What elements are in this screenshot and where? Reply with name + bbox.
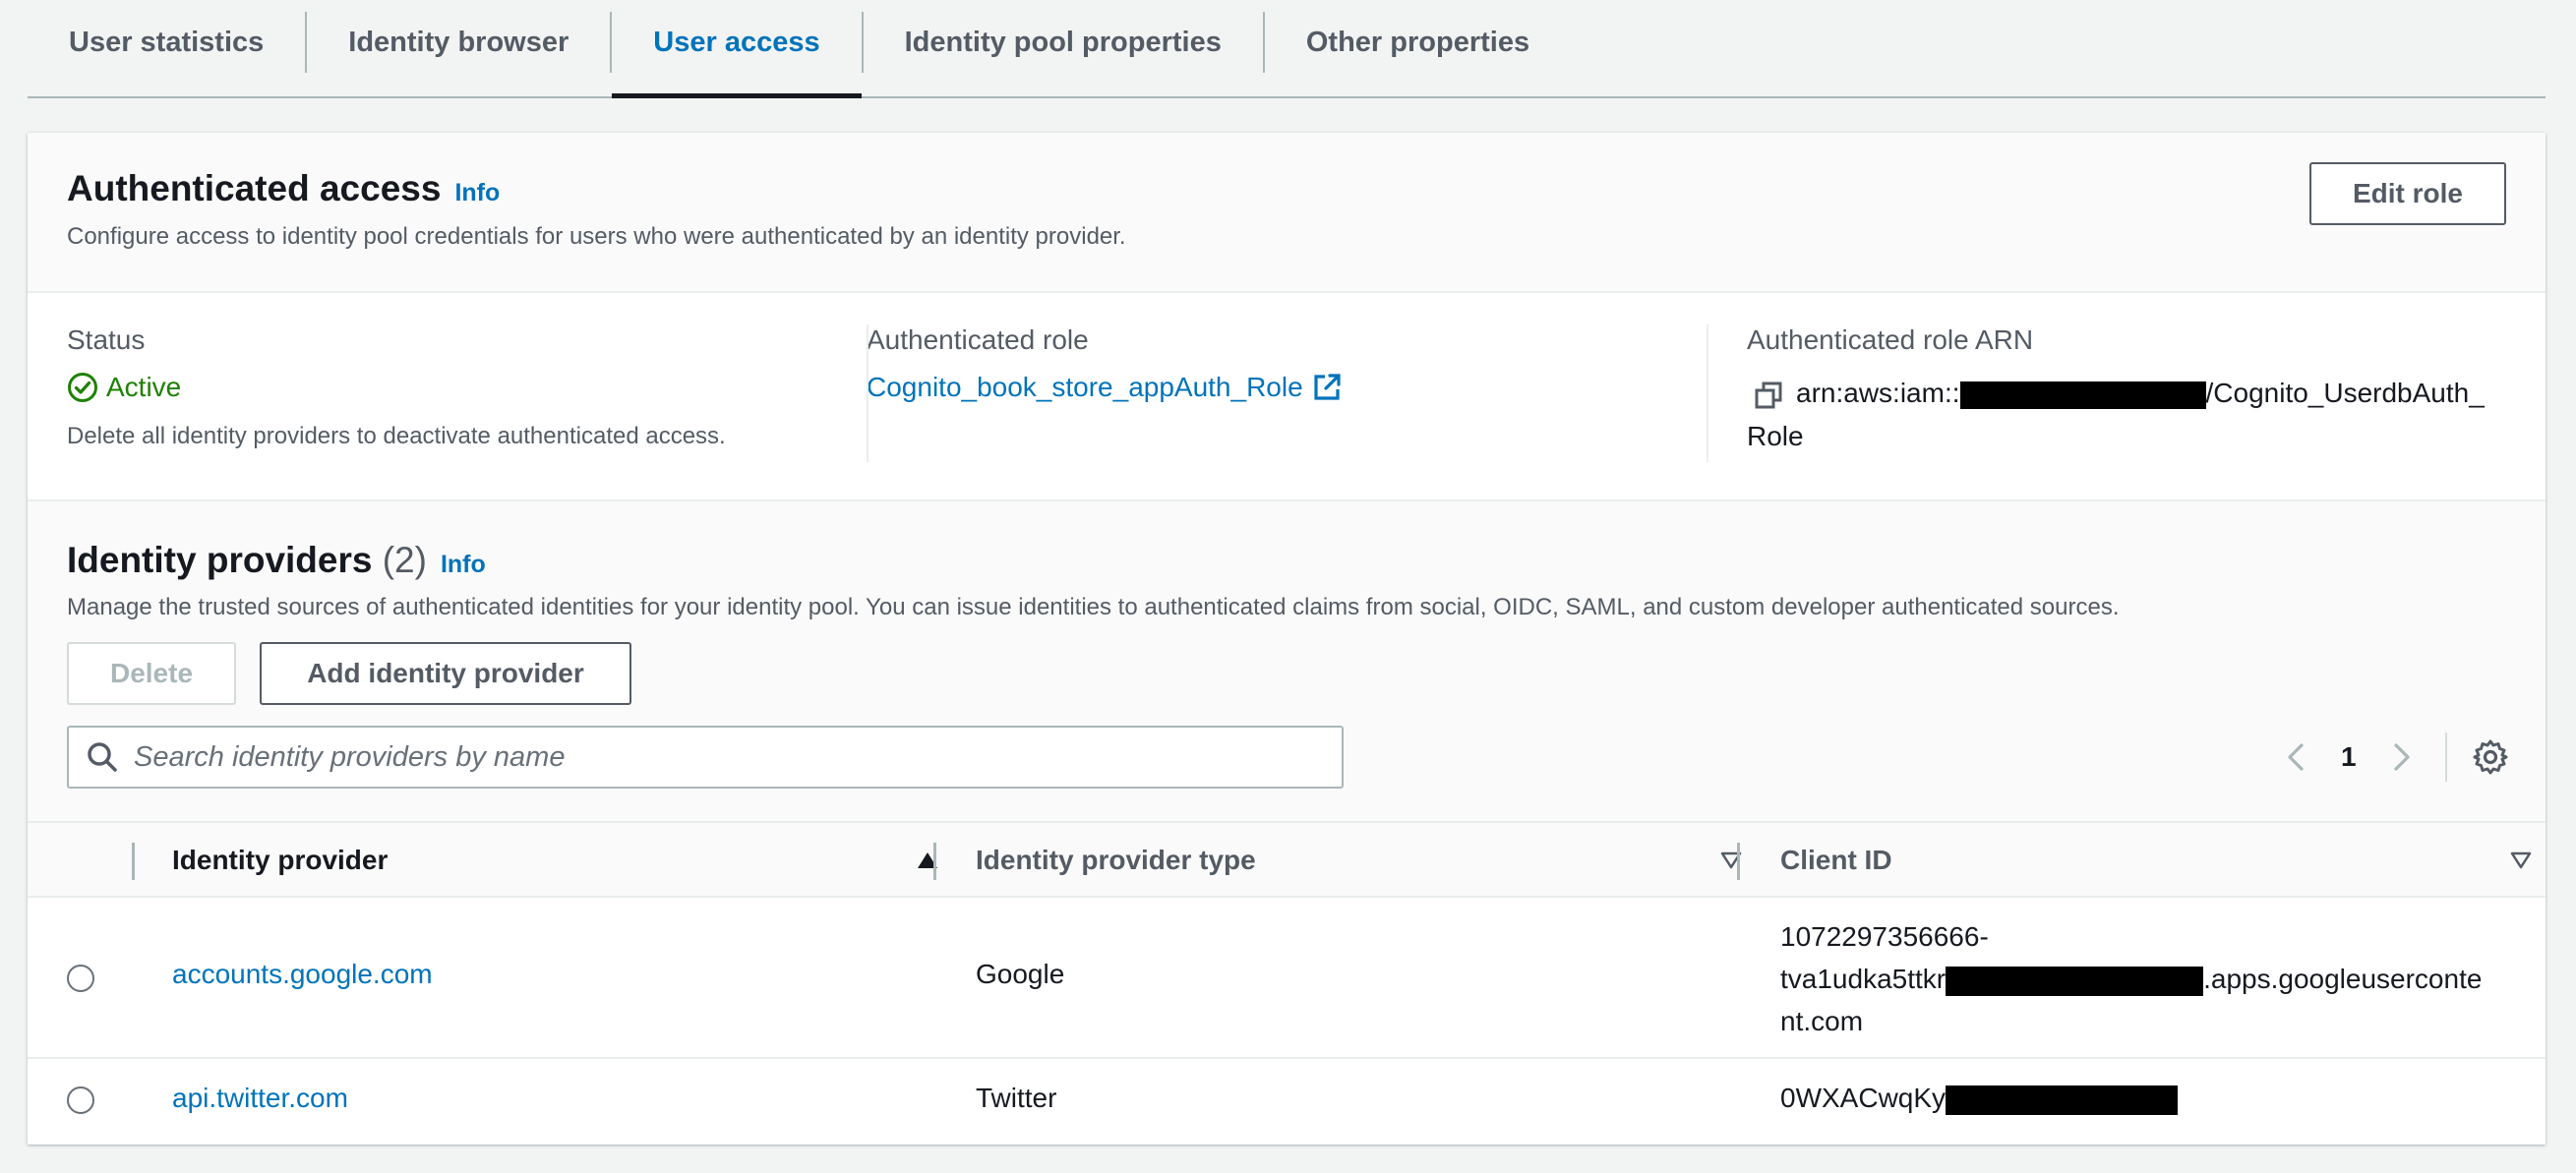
title-text: Authenticated access <box>67 168 442 208</box>
add-identity-provider-button[interactable]: Add identity provider <box>260 642 631 705</box>
tab-label: Identity browser <box>348 26 569 58</box>
provider-type: Google <box>976 959 1065 989</box>
copy-icon[interactable] <box>1753 380 1784 411</box>
info-link[interactable]: Info <box>441 551 486 578</box>
client-id-line1: 1072297356666- <box>1780 921 1989 952</box>
provider-link[interactable]: api.twitter.com <box>172 1083 348 1114</box>
column-header-label: Client ID <box>1780 845 1892 875</box>
table-row: api.twitter.com Twitter 0WXACwqKy <box>28 1061 2546 1144</box>
role-arn-value: arn:aws:iam::/Cognito_UserdbAuth_ Role <box>1747 372 2534 458</box>
role-label: Authenticated role <box>867 324 1089 355</box>
column-header-type[interactable]: Identity provider type <box>976 823 1753 898</box>
client-id: 0WXACwqKy <box>1780 1083 2179 1115</box>
search-input[interactable] <box>134 730 1314 785</box>
status-text: Active <box>106 372 182 402</box>
column-resizer[interactable] <box>1737 843 1740 880</box>
role-arn-column: Authenticated role ARN arn:aws:iam::/Cog… <box>1747 324 2534 458</box>
client-id-line3: nt.com <box>1780 1006 1864 1036</box>
row-select-radio[interactable] <box>67 1086 94 1114</box>
section-description: Configure access to identity pool creden… <box>67 223 1126 250</box>
role-link-text: Cognito_book_store_appAuth_Role <box>867 372 1303 402</box>
provider-link[interactable]: accounts.google.com <box>172 959 433 990</box>
authenticated-access-details: Status Active Delete all identity provid… <box>28 293 2546 501</box>
chevron-left-icon[interactable] <box>2280 739 2315 775</box>
section-title: Authenticated access Info <box>67 168 500 209</box>
delete-button[interactable]: Delete <box>67 642 236 705</box>
column-header-provider[interactable]: Identity provider <box>172 823 949 898</box>
external-link-icon <box>1314 374 1341 400</box>
tab-other-properties[interactable]: Other properties <box>1265 0 1571 85</box>
search-icon <box>88 742 117 772</box>
provider-type: Twitter <box>976 1083 1057 1113</box>
chevron-right-icon[interactable] <box>2382 739 2418 775</box>
provider-count: (2) <box>382 540 427 580</box>
tab-label: Other properties <box>1305 26 1530 58</box>
column-divider <box>1707 324 1708 462</box>
redaction-block <box>1946 966 2204 996</box>
status-value: Active <box>67 372 726 403</box>
role-link[interactable]: Cognito_book_store_appAuth_Role <box>867 372 1343 403</box>
tab-identity-pool-properties[interactable]: Identity pool properties <box>864 0 1263 85</box>
role-column: Authenticated role Cognito_book_store_ap… <box>867 324 1343 403</box>
user-access-card: Authenticated access Info Configure acces… <box>28 133 2546 1144</box>
client-id-line2-prefix: tva1udka5ttkr <box>1780 964 1947 994</box>
column-header-client-id[interactable]: Client ID <box>1780 823 2533 898</box>
check-circle-icon <box>68 373 97 402</box>
tab-identity-browser[interactable]: Identity browser <box>307 0 610 85</box>
row-select-radio[interactable] <box>67 965 94 992</box>
arn-prefix: arn:aws:iam:: <box>1796 378 1960 408</box>
status-note: Delete all identity providers to deactiv… <box>67 423 726 449</box>
section-description: Manage the trusted sources of authentica… <box>67 594 2120 620</box>
table-header: Identity provider Identity provider type… <box>28 821 2546 898</box>
section-title: Identity providers (2) Info <box>67 540 486 581</box>
table-row: accounts.google.com Google 1072297356666… <box>28 898 2546 1059</box>
status-column: Status Active Delete all identity provid… <box>67 324 726 450</box>
column-header-label: Identity provider <box>172 845 389 875</box>
column-resizer[interactable] <box>132 843 135 880</box>
column-divider <box>867 324 869 462</box>
client-id-line2-suffix: .apps.googleuserconte <box>2203 964 2483 994</box>
title-text: Identity providers <box>67 540 373 580</box>
column-header-label: Identity provider type <box>976 845 1256 875</box>
client-id: 1072297356666- tva1udka5ttkr .apps.google… <box>1780 915 2538 1042</box>
authenticated-access-header: Authenticated access Info Configure acces… <box>28 133 2546 293</box>
info-link[interactable]: Info <box>454 179 500 206</box>
redaction-block <box>1946 1085 2179 1115</box>
status-label: Status <box>67 324 146 355</box>
search-field[interactable] <box>67 726 1344 789</box>
arn-suffix: /Cognito_UserdbAuth_ <box>2205 378 2485 408</box>
page-number[interactable]: 1 <box>2341 741 2357 773</box>
tab-user-statistics[interactable]: User statistics <box>28 0 305 85</box>
column-resizer[interactable] <box>933 843 936 880</box>
edit-role-button[interactable]: Edit role <box>2309 162 2506 225</box>
client-id-prefix: 0WXACwqKy <box>1780 1083 1947 1113</box>
redaction-block <box>1959 381 2206 409</box>
pager-divider <box>2444 733 2447 782</box>
tab-label: User statistics <box>69 26 265 58</box>
tab-label: User access <box>653 26 820 58</box>
pagination: 1 <box>2280 726 2510 789</box>
tab-bar: User statistics Identity browser User ac… <box>28 0 2546 98</box>
sort-indicator-icon <box>2510 851 2532 869</box>
tab-label: Identity pool properties <box>904 26 1222 58</box>
role-arn-label: Authenticated role ARN <box>1747 324 2034 355</box>
tab-user-access[interactable]: User access <box>612 0 862 98</box>
settings-gear-icon[interactable] <box>2471 737 2510 777</box>
arn-line2: Role <box>1747 421 1804 451</box>
